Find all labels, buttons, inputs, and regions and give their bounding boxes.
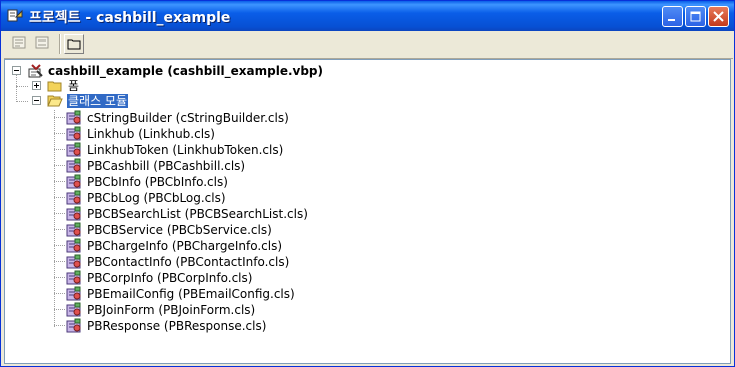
- view-code-icon: [12, 36, 26, 49]
- class-module-icon: [66, 190, 81, 205]
- class-module-item[interactable]: PBCashbill (PBCashbill.cls): [87, 159, 245, 173]
- folder-open-icon: [47, 95, 63, 107]
- tree-class-line: [54, 110, 55, 327]
- class-module-item[interactable]: PBContactInfo (PBContactInfo.cls): [87, 255, 289, 269]
- class-module-item[interactable]: PBEmailConfig (PBEmailConfig.cls): [87, 287, 295, 301]
- close-button[interactable]: [708, 6, 729, 27]
- classes-expander[interactable]: [32, 96, 41, 105]
- class-module-item[interactable]: PBCorpInfo (PBCorpInfo.cls): [87, 271, 252, 285]
- class-module-icon: [66, 302, 81, 317]
- close-icon: [713, 11, 724, 22]
- tree-branch-class: [54, 325, 65, 326]
- project-explorer-icon: [7, 9, 23, 22]
- tree-root-label[interactable]: cashbill_example (cashbill_example.vbp): [48, 64, 323, 78]
- class-module-item[interactable]: PBChargeInfo (PBChargeInfo.cls): [87, 239, 282, 253]
- class-module-item[interactable]: Linkhub (Linkhub.cls): [87, 127, 215, 141]
- minimize-button[interactable]: [662, 6, 683, 27]
- class-module-icon: [66, 126, 81, 141]
- class-module-item[interactable]: PBResponse (PBResponse.cls): [87, 319, 266, 333]
- tree-branch-forms: [16, 86, 28, 87]
- view-object-button[interactable]: [33, 34, 53, 54]
- tree-branch-class: [54, 261, 65, 262]
- folder-closed-icon: [47, 81, 62, 92]
- class-module-item[interactable]: PBJoinForm (PBJoinForm.cls): [87, 303, 255, 317]
- view-object-icon: [35, 36, 49, 49]
- class-module-item[interactable]: PBCbLog (PBCbLog.cls): [87, 191, 226, 205]
- project-tree[interactable]: cashbill_example (cashbill_example.vbp) …: [4, 59, 731, 364]
- tree-branch-classes: [16, 101, 28, 102]
- class-module-icon: [66, 238, 81, 253]
- tree-branch-class: [54, 133, 65, 134]
- class-module-icon: [66, 222, 81, 237]
- view-code-button[interactable]: [10, 34, 30, 54]
- tree-branch-class: [54, 309, 65, 310]
- toggle-folders-icon: [67, 39, 81, 50]
- class-module-item[interactable]: PBCbInfo (PBCbInfo.cls): [87, 175, 228, 189]
- tree-branch-class: [54, 213, 65, 214]
- vb-project-icon: [28, 64, 43, 78]
- project-explorer-window: 프로젝트 - cashbill_example cashbill_example…: [0, 0, 735, 367]
- class-module-icon: [66, 286, 81, 301]
- tree-folder-class-modules[interactable]: 클래스 모듈: [65, 93, 130, 109]
- class-module-icon: [66, 158, 81, 173]
- tree-root-line: [16, 73, 17, 102]
- tree-branch-class: [54, 293, 65, 294]
- tree-branch-class: [54, 245, 65, 246]
- class-module-icon: [66, 254, 81, 269]
- tree-branch-class: [54, 149, 65, 150]
- forms-expander[interactable]: [32, 81, 41, 90]
- tree-branch-class: [54, 277, 65, 278]
- toolbar: [4, 31, 733, 59]
- class-module-icon: [66, 206, 81, 221]
- class-module-icon: [66, 110, 81, 125]
- tree-folder-forms[interactable]: 폼: [68, 79, 79, 93]
- class-module-item[interactable]: PBCBService (PBCbService.cls): [87, 223, 272, 237]
- tree-branch-class: [54, 229, 65, 230]
- tree-branch-class: [54, 181, 65, 182]
- title-bar[interactable]: 프로젝트 - cashbill_example: [1, 1, 734, 31]
- toolbar-separator: [59, 34, 61, 54]
- class-module-icon: [66, 270, 81, 285]
- root-expander[interactable]: [12, 66, 21, 75]
- maximize-icon: [690, 11, 701, 22]
- class-module-item[interactable]: PBCBSearchList (PBCBSearchList.cls): [87, 207, 308, 221]
- window-title: 프로젝트 - cashbill_example: [29, 10, 231, 26]
- tree-branch-class: [54, 197, 65, 198]
- maximize-button[interactable]: [685, 6, 706, 27]
- tree-branch-class: [54, 117, 65, 118]
- class-module-icon: [66, 174, 81, 189]
- class-module-item[interactable]: LinkhubToken (LinkhubToken.cls): [87, 143, 283, 157]
- class-module-icon: [66, 318, 81, 333]
- class-module-icon: [66, 142, 81, 157]
- minimize-icon: [668, 19, 675, 21]
- toggle-folders-button[interactable]: [64, 34, 84, 54]
- class-module-item[interactable]: cStringBuilder (cStringBuilder.cls): [87, 111, 289, 125]
- tree-branch-class: [54, 165, 65, 166]
